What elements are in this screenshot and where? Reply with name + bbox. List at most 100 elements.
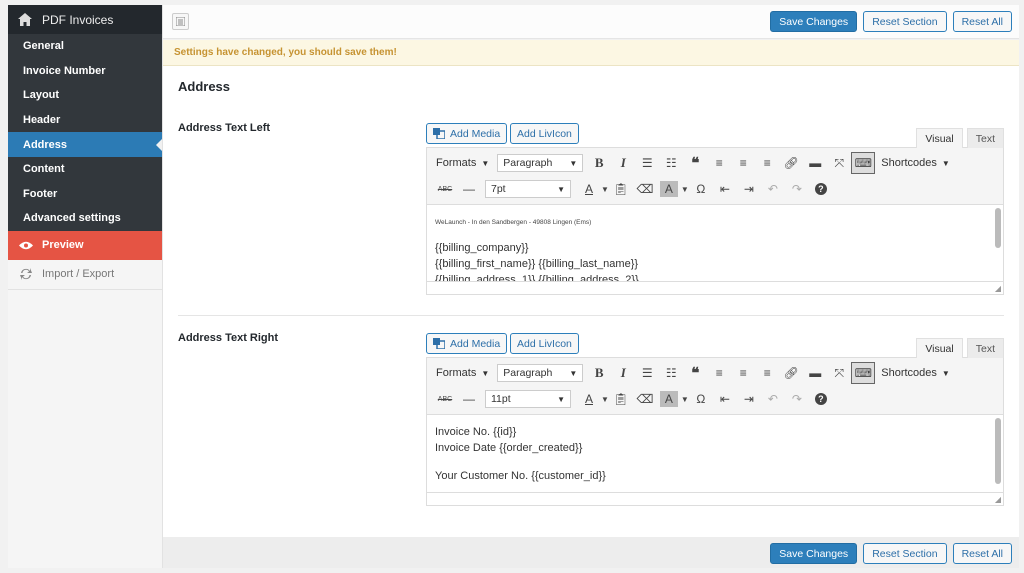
add-livicon-button[interactable]: Add LivIcon	[510, 333, 579, 354]
link-icon[interactable]: 🔗︎	[779, 152, 803, 174]
undo-icon[interactable]: ↶	[761, 388, 785, 410]
paste-text-icon[interactable]: 📋︎	[609, 388, 633, 410]
sidebar-item-invoice-number[interactable]: Invoice Number	[8, 59, 162, 84]
tab-visual[interactable]: Visual	[916, 128, 963, 148]
bullet-list-icon[interactable]: ☰	[635, 362, 659, 384]
reset-all-button[interactable]: Reset All	[952, 11, 1012, 32]
special-character-icon[interactable]: Ω	[689, 178, 713, 200]
reset-section-button[interactable]: Reset Section	[863, 543, 947, 564]
editor-scrollbar[interactable]	[995, 208, 1001, 248]
background-color-icon[interactable]: A	[659, 391, 678, 407]
tab-text[interactable]: Text	[966, 128, 1004, 148]
undo-icon[interactable]: ↶	[761, 178, 785, 200]
help-icon[interactable]: ?	[809, 388, 833, 410]
paragraph-select[interactable]: Paragraph ▼	[497, 154, 584, 172]
indent-icon[interactable]: ⇥	[737, 178, 761, 200]
add-media-button[interactable]: Add Media	[426, 123, 508, 144]
formats-dropdown[interactable]: Formats ▼	[436, 157, 489, 169]
read-more-icon[interactable]: ▬	[803, 152, 827, 174]
italic-icon[interactable]: I	[611, 362, 635, 384]
align-right-icon[interactable]: ≡	[755, 152, 779, 174]
text-color-icon[interactable]: A	[577, 388, 601, 410]
toolbar-toggle-icon[interactable]: ⌨	[851, 362, 876, 384]
address-right-label: Address Text Right	[178, 332, 279, 344]
reset-all-button[interactable]: Reset All	[952, 543, 1012, 564]
caret-down-icon[interactable]: ▼	[601, 185, 609, 194]
resize-grip-icon: ◢	[994, 495, 1001, 504]
expand-options-button[interactable]	[172, 13, 189, 30]
redo-icon[interactable]: ↷	[785, 388, 809, 410]
align-center-icon[interactable]: ≡	[731, 362, 755, 384]
blockquote-icon[interactable]: ❝	[683, 362, 707, 384]
editor-resize-handle[interactable]: ◢	[427, 281, 1003, 294]
sidebar-item-address[interactable]: Address	[8, 132, 162, 157]
eye-icon	[19, 241, 33, 250]
background-color-icon[interactable]: A	[659, 181, 678, 197]
help-icon[interactable]: ?	[809, 178, 833, 200]
numbered-list-icon[interactable]: ☷	[659, 152, 683, 174]
strikethrough-icon[interactable]: ABC	[433, 388, 457, 410]
blockquote-icon[interactable]: ❝	[683, 152, 707, 174]
sidebar-item-general[interactable]: General	[8, 34, 162, 59]
fullscreen-icon[interactable]: ⤧	[827, 152, 851, 174]
sidebar-import-export[interactable]: Import / Export	[8, 260, 162, 290]
read-more-icon[interactable]: ▬	[803, 362, 827, 384]
editor-content-left[interactable]: WeLaunch - In den Sandbergen - 49808 Lin…	[427, 205, 1003, 281]
link-icon[interactable]: 🔗︎	[779, 362, 803, 384]
fullscreen-icon[interactable]: ⤧	[827, 362, 851, 384]
caret-down-icon: ▼	[569, 368, 578, 378]
editor-resize-handle[interactable]: ◢	[427, 492, 1003, 505]
save-changes-button[interactable]: Save Changes	[770, 11, 858, 32]
add-livicon-button[interactable]: Add LivIcon	[510, 123, 579, 144]
clear-formatting-icon[interactable]: ⌫	[633, 388, 657, 410]
bold-icon[interactable]: B	[587, 362, 611, 384]
caret-down-icon[interactable]: ▼	[681, 185, 689, 194]
sidebar-header: PDF Invoices	[8, 5, 162, 34]
paste-text-icon[interactable]: 📋︎	[609, 178, 633, 200]
indent-icon[interactable]: ⇥	[737, 388, 761, 410]
bottom-button-group: Save Changes Reset Section Reset All	[770, 543, 1012, 564]
sidebar-item-layout[interactable]: Layout	[8, 83, 162, 108]
editor-content-right[interactable]: Invoice No. {{id}} Invoice Date {{order_…	[427, 415, 1003, 492]
paragraph-select[interactable]: Paragraph ▼	[497, 364, 584, 382]
outdent-icon[interactable]: ⇤	[713, 388, 737, 410]
text-color-icon[interactable]: A	[577, 178, 601, 200]
font-size-select[interactable]: 11pt ▼	[485, 390, 571, 408]
caret-down-icon: ▼	[557, 394, 565, 404]
sidebar-item-header[interactable]: Header	[8, 108, 162, 133]
reset-section-button[interactable]: Reset Section	[863, 11, 947, 32]
bold-icon[interactable]: B	[587, 152, 611, 174]
save-changes-button[interactable]: Save Changes	[770, 543, 858, 564]
align-left-icon[interactable]: ≡	[707, 362, 731, 384]
shortcodes-dropdown[interactable]: Shortcodes ▼	[881, 157, 950, 169]
caret-down-icon[interactable]: ▼	[601, 395, 609, 404]
redo-icon[interactable]: ↷	[785, 178, 809, 200]
align-center-icon[interactable]: ≡	[731, 152, 755, 174]
shortcodes-dropdown[interactable]: Shortcodes ▼	[881, 367, 950, 379]
caret-down-icon[interactable]: ▼	[681, 395, 689, 404]
numbered-list-icon[interactable]: ☷	[659, 362, 683, 384]
align-left-icon[interactable]: ≡	[707, 152, 731, 174]
align-right-icon[interactable]: ≡	[755, 362, 779, 384]
clear-formatting-icon[interactable]: ⌫	[633, 178, 657, 200]
outdent-icon[interactable]: ⇤	[713, 178, 737, 200]
formats-dropdown[interactable]: Formats ▼	[436, 367, 489, 379]
horizontal-line-icon[interactable]: —	[457, 388, 481, 410]
tab-text[interactable]: Text	[966, 338, 1004, 358]
home-icon	[18, 13, 32, 27]
strikethrough-icon[interactable]: ABC	[433, 178, 457, 200]
italic-icon[interactable]: I	[611, 152, 635, 174]
unsaved-notice: Settings have changed, you should save t…	[163, 40, 1019, 66]
toolbar-toggle-icon[interactable]: ⌨	[851, 152, 876, 174]
horizontal-line-icon[interactable]: —	[457, 178, 481, 200]
sidebar-item-content[interactable]: Content	[8, 157, 162, 182]
add-media-button[interactable]: Add Media	[426, 333, 508, 354]
tab-visual[interactable]: Visual	[916, 338, 963, 358]
editor-scrollbar[interactable]	[995, 418, 1001, 484]
font-size-select[interactable]: 7pt ▼	[485, 180, 571, 198]
bullet-list-icon[interactable]: ☰	[635, 152, 659, 174]
sidebar-item-footer[interactable]: Footer	[8, 182, 162, 207]
sidebar-preview-button[interactable]: Preview	[8, 230, 162, 260]
special-character-icon[interactable]: Ω	[689, 388, 713, 410]
sidebar-item-advanced-settings[interactable]: Advanced settings	[8, 206, 162, 231]
